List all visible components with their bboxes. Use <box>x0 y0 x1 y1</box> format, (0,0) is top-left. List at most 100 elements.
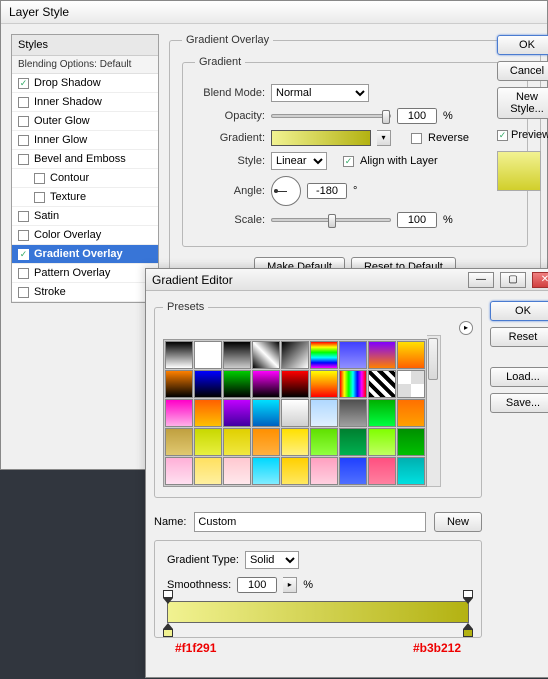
checkbox[interactable]: ✓ <box>18 249 29 260</box>
scale-slider[interactable] <box>271 218 391 222</box>
preset-swatch[interactable] <box>281 341 309 369</box>
preset-swatch[interactable] <box>223 399 251 427</box>
checkbox[interactable]: ✓ <box>18 78 29 89</box>
preset-swatch[interactable] <box>194 370 222 398</box>
checkbox[interactable] <box>18 135 29 146</box>
color-stop-right[interactable] <box>463 623 473 635</box>
preset-swatch[interactable] <box>339 399 367 427</box>
scale-input[interactable] <box>397 212 437 228</box>
preset-swatch[interactable] <box>252 428 280 456</box>
opacity-stop-left[interactable] <box>163 590 173 602</box>
preset-swatch[interactable] <box>223 341 251 369</box>
style-item-bevel-and-emboss[interactable]: Bevel and Emboss <box>12 150 158 169</box>
reset-button[interactable]: Reset <box>490 327 548 347</box>
checkbox[interactable] <box>18 97 29 108</box>
preset-swatch[interactable] <box>397 428 425 456</box>
blending-options-row[interactable]: Blending Options: Default <box>12 56 158 74</box>
styles-header[interactable]: Styles <box>12 35 158 56</box>
preset-swatch[interactable] <box>281 370 309 398</box>
style-item-outer-glow[interactable]: Outer Glow <box>12 112 158 131</box>
preset-swatch[interactable] <box>310 341 338 369</box>
angle-input[interactable] <box>307 183 347 199</box>
scrollbar[interactable] <box>427 335 441 487</box>
preset-swatch[interactable] <box>339 370 367 398</box>
style-item-satin[interactable]: Satin <box>12 207 158 226</box>
style-item-inner-shadow[interactable]: Inner Shadow <box>12 93 158 112</box>
style-item-gradient-overlay[interactable]: ✓Gradient Overlay <box>12 245 158 264</box>
blend-mode-select[interactable]: Normal <box>271 84 369 102</box>
presets-menu-icon[interactable]: ▸ <box>459 321 473 335</box>
preview-checkbox[interactable]: ✓ <box>497 130 508 141</box>
preset-swatch[interactable] <box>310 399 338 427</box>
preset-swatch[interactable] <box>223 457 251 485</box>
minimize-icon[interactable]: — <box>468 272 494 288</box>
preset-swatch[interactable] <box>368 399 396 427</box>
preset-swatch[interactable] <box>165 428 193 456</box>
style-item-drop-shadow[interactable]: ✓Drop Shadow <box>12 74 158 93</box>
angle-dial[interactable] <box>271 176 301 206</box>
preset-swatch[interactable] <box>223 428 251 456</box>
style-item-inner-glow[interactable]: Inner Glow <box>12 131 158 150</box>
checkbox[interactable] <box>18 211 29 222</box>
preset-swatch[interactable] <box>194 341 222 369</box>
preset-swatch[interactable] <box>252 457 280 485</box>
preset-swatch[interactable] <box>397 457 425 485</box>
preset-swatch[interactable] <box>368 428 396 456</box>
preset-swatch[interactable] <box>397 399 425 427</box>
gradient-type-select[interactable]: Solid <box>245 551 299 569</box>
checkbox[interactable] <box>18 287 29 298</box>
checkbox[interactable] <box>34 173 45 184</box>
preset-swatch[interactable] <box>165 341 193 369</box>
preset-swatch[interactable] <box>397 341 425 369</box>
style-item-pattern-overlay[interactable]: Pattern Overlay <box>12 264 158 283</box>
preset-swatch[interactable] <box>165 399 193 427</box>
preset-swatch[interactable] <box>252 370 280 398</box>
preset-swatch[interactable] <box>310 370 338 398</box>
style-item-color-overlay[interactable]: Color Overlay <box>12 226 158 245</box>
preset-swatch[interactable] <box>281 428 309 456</box>
save-button[interactable]: Save... <box>490 393 548 413</box>
preset-swatch[interactable] <box>281 399 309 427</box>
preset-swatch[interactable] <box>281 457 309 485</box>
preset-swatch[interactable] <box>397 370 425 398</box>
gradient-bar[interactable]: #f1f291 #b3b212 <box>167 601 469 623</box>
preset-swatch[interactable] <box>194 399 222 427</box>
preset-swatch[interactable] <box>368 457 396 485</box>
smoothness-stepper-icon[interactable]: ▸ <box>283 577 297 593</box>
ok-button[interactable]: OK <box>490 301 548 321</box>
close-icon[interactable]: ✕ <box>532 272 548 288</box>
gradient-dropdown-icon[interactable]: ▾ <box>377 130 391 146</box>
checkbox[interactable] <box>18 154 29 165</box>
checkbox[interactable] <box>18 230 29 241</box>
load-button[interactable]: Load... <box>490 367 548 387</box>
new-button[interactable]: New <box>434 512 482 532</box>
cancel-button[interactable]: Cancel <box>497 61 548 81</box>
preset-swatch[interactable] <box>252 341 280 369</box>
preset-swatch[interactable] <box>368 341 396 369</box>
checkbox[interactable] <box>18 268 29 279</box>
preset-swatch[interactable] <box>339 428 367 456</box>
preset-swatch[interactable] <box>339 341 367 369</box>
style-item-texture[interactable]: Texture <box>12 188 158 207</box>
opacity-input[interactable] <box>397 108 437 124</box>
preset-swatch[interactable] <box>165 457 193 485</box>
checkbox[interactable] <box>34 192 45 203</box>
reverse-checkbox[interactable] <box>411 133 422 144</box>
preset-swatch[interactable] <box>368 370 396 398</box>
preset-swatch[interactable] <box>310 457 338 485</box>
checkbox[interactable] <box>18 116 29 127</box>
preset-swatch[interactable] <box>339 457 367 485</box>
opacity-stop-right[interactable] <box>463 590 473 602</box>
opacity-slider[interactable] <box>271 114 391 118</box>
preset-swatch[interactable] <box>310 428 338 456</box>
gradient-swatch[interactable] <box>271 130 371 146</box>
color-stop-left[interactable] <box>163 623 173 635</box>
style-select[interactable]: Linear <box>271 152 327 170</box>
new-style-button[interactable]: New Style... <box>497 87 548 119</box>
preset-swatch[interactable] <box>252 399 280 427</box>
preset-swatch[interactable] <box>165 370 193 398</box>
align-checkbox[interactable]: ✓ <box>343 156 354 167</box>
preset-swatch[interactable] <box>223 370 251 398</box>
name-input[interactable] <box>194 512 426 532</box>
preset-swatch[interactable] <box>194 428 222 456</box>
